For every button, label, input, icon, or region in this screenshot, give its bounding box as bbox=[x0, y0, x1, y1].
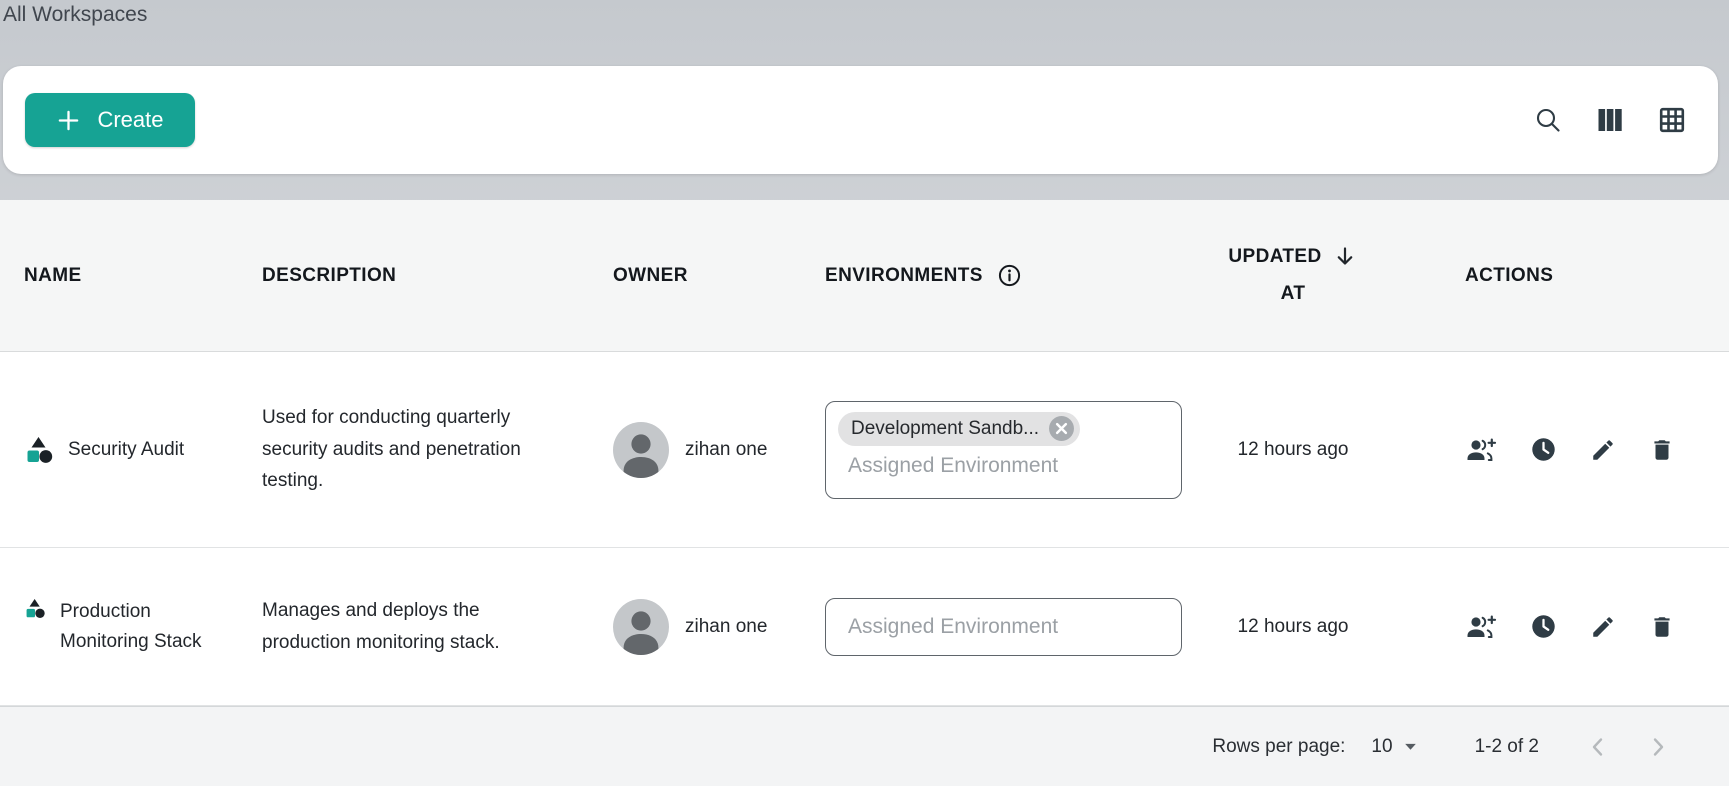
environment-chip-label: Development Sandb... bbox=[851, 418, 1039, 440]
column-header-updated-at[interactable]: UPDATED AT bbox=[1193, 239, 1393, 311]
workspace-name-cell: Security Audit bbox=[24, 435, 262, 464]
workspace-description: Used for conducting quarterly security a… bbox=[262, 402, 554, 496]
search-button[interactable] bbox=[1534, 106, 1562, 134]
create-button[interactable]: Create bbox=[25, 93, 195, 147]
workspace-shapes-icon bbox=[24, 436, 54, 464]
rows-per-page-label: Rows per page: bbox=[1212, 736, 1345, 758]
chevron-down-icon bbox=[1402, 738, 1419, 755]
chip-remove-button[interactable] bbox=[1048, 415, 1075, 442]
owner-name: zihan one bbox=[685, 616, 767, 638]
column-header-description[interactable]: DESCRIPTION bbox=[262, 265, 607, 287]
workspace-name: Security Audit bbox=[68, 435, 184, 464]
delete-button[interactable] bbox=[1649, 614, 1675, 640]
grid-view-button[interactable] bbox=[1658, 106, 1686, 134]
workspace-name: Production Monitoring Stack bbox=[60, 597, 225, 656]
history-button[interactable] bbox=[1530, 613, 1557, 640]
info-icon[interactable] bbox=[997, 263, 1022, 288]
workspace-description: Manages and deploys the production monit… bbox=[262, 595, 554, 658]
rows-per-page-value: 10 bbox=[1371, 736, 1392, 758]
column-header-name[interactable]: NAME bbox=[24, 265, 262, 287]
search-icon bbox=[1534, 106, 1562, 134]
owner-cell: zihan one bbox=[607, 599, 803, 655]
add-user-button[interactable] bbox=[1465, 437, 1497, 463]
row-actions bbox=[1393, 613, 1705, 640]
chevron-right-icon bbox=[1645, 734, 1671, 760]
trash-icon bbox=[1649, 437, 1675, 463]
grid-icon bbox=[1658, 106, 1686, 134]
table-row: Production Monitoring Stack Manages and … bbox=[0, 548, 1729, 706]
workspaces-table: NAME DESCRIPTION OWNER ENVIRONMENTS UPDA… bbox=[0, 200, 1729, 786]
delete-button[interactable] bbox=[1649, 437, 1675, 463]
environment-chip: Development Sandb... bbox=[838, 412, 1080, 446]
columns-view-button[interactable] bbox=[1596, 106, 1624, 134]
owner-cell: zihan one bbox=[607, 422, 803, 478]
add-user-button[interactable] bbox=[1465, 614, 1497, 640]
assigned-environment-select[interactable]: Assigned Environment bbox=[825, 598, 1182, 656]
workspace-shapes-icon bbox=[24, 598, 46, 619]
column-header-actions: ACTIONS bbox=[1393, 265, 1705, 287]
pencil-icon bbox=[1590, 614, 1616, 640]
clock-icon bbox=[1530, 613, 1557, 640]
create-button-label: Create bbox=[97, 107, 163, 133]
history-button[interactable] bbox=[1530, 436, 1557, 463]
updated-at: 12 hours ago bbox=[1193, 439, 1393, 461]
close-icon bbox=[1048, 415, 1075, 442]
table-row: Security Audit Used for conducting quart… bbox=[0, 352, 1729, 548]
assigned-environment-select[interactable]: Development Sandb... Assigned Environmen… bbox=[825, 401, 1182, 499]
edit-button[interactable] bbox=[1590, 614, 1616, 640]
avatar bbox=[613, 422, 669, 478]
updated-at: 12 hours ago bbox=[1193, 616, 1393, 638]
edit-button[interactable] bbox=[1590, 437, 1616, 463]
column-header-environments[interactable]: ENVIRONMENTS bbox=[803, 263, 1193, 288]
pencil-icon bbox=[1590, 437, 1616, 463]
avatar bbox=[613, 599, 669, 655]
pagination-bar: Rows per page: 10 1-2 of 2 bbox=[0, 706, 1729, 786]
rows-per-page-select[interactable]: 10 bbox=[1371, 736, 1418, 758]
plus-icon bbox=[56, 108, 81, 133]
environment-placeholder: Assigned Environment bbox=[838, 615, 1058, 639]
environment-placeholder: Assigned Environment bbox=[838, 454, 1169, 478]
page-title: All Workspaces bbox=[3, 3, 147, 27]
person-add-icon bbox=[1465, 614, 1497, 640]
columns-icon bbox=[1596, 106, 1624, 134]
previous-page-button[interactable] bbox=[1585, 734, 1611, 760]
next-page-button[interactable] bbox=[1645, 734, 1671, 760]
pagination-range: 1-2 of 2 bbox=[1475, 736, 1539, 758]
table-header-row: NAME DESCRIPTION OWNER ENVIRONMENTS UPDA… bbox=[0, 200, 1729, 352]
trash-icon bbox=[1649, 614, 1675, 640]
owner-name: zihan one bbox=[685, 439, 767, 461]
column-header-owner[interactable]: OWNER bbox=[607, 265, 803, 287]
toolbar: Create bbox=[3, 66, 1718, 174]
clock-icon bbox=[1530, 436, 1557, 463]
workspace-name-cell: Production Monitoring Stack bbox=[24, 597, 262, 656]
person-add-icon bbox=[1465, 437, 1497, 463]
row-actions bbox=[1393, 436, 1705, 463]
chevron-left-icon bbox=[1585, 734, 1611, 760]
sort-descending-icon bbox=[1332, 244, 1358, 270]
